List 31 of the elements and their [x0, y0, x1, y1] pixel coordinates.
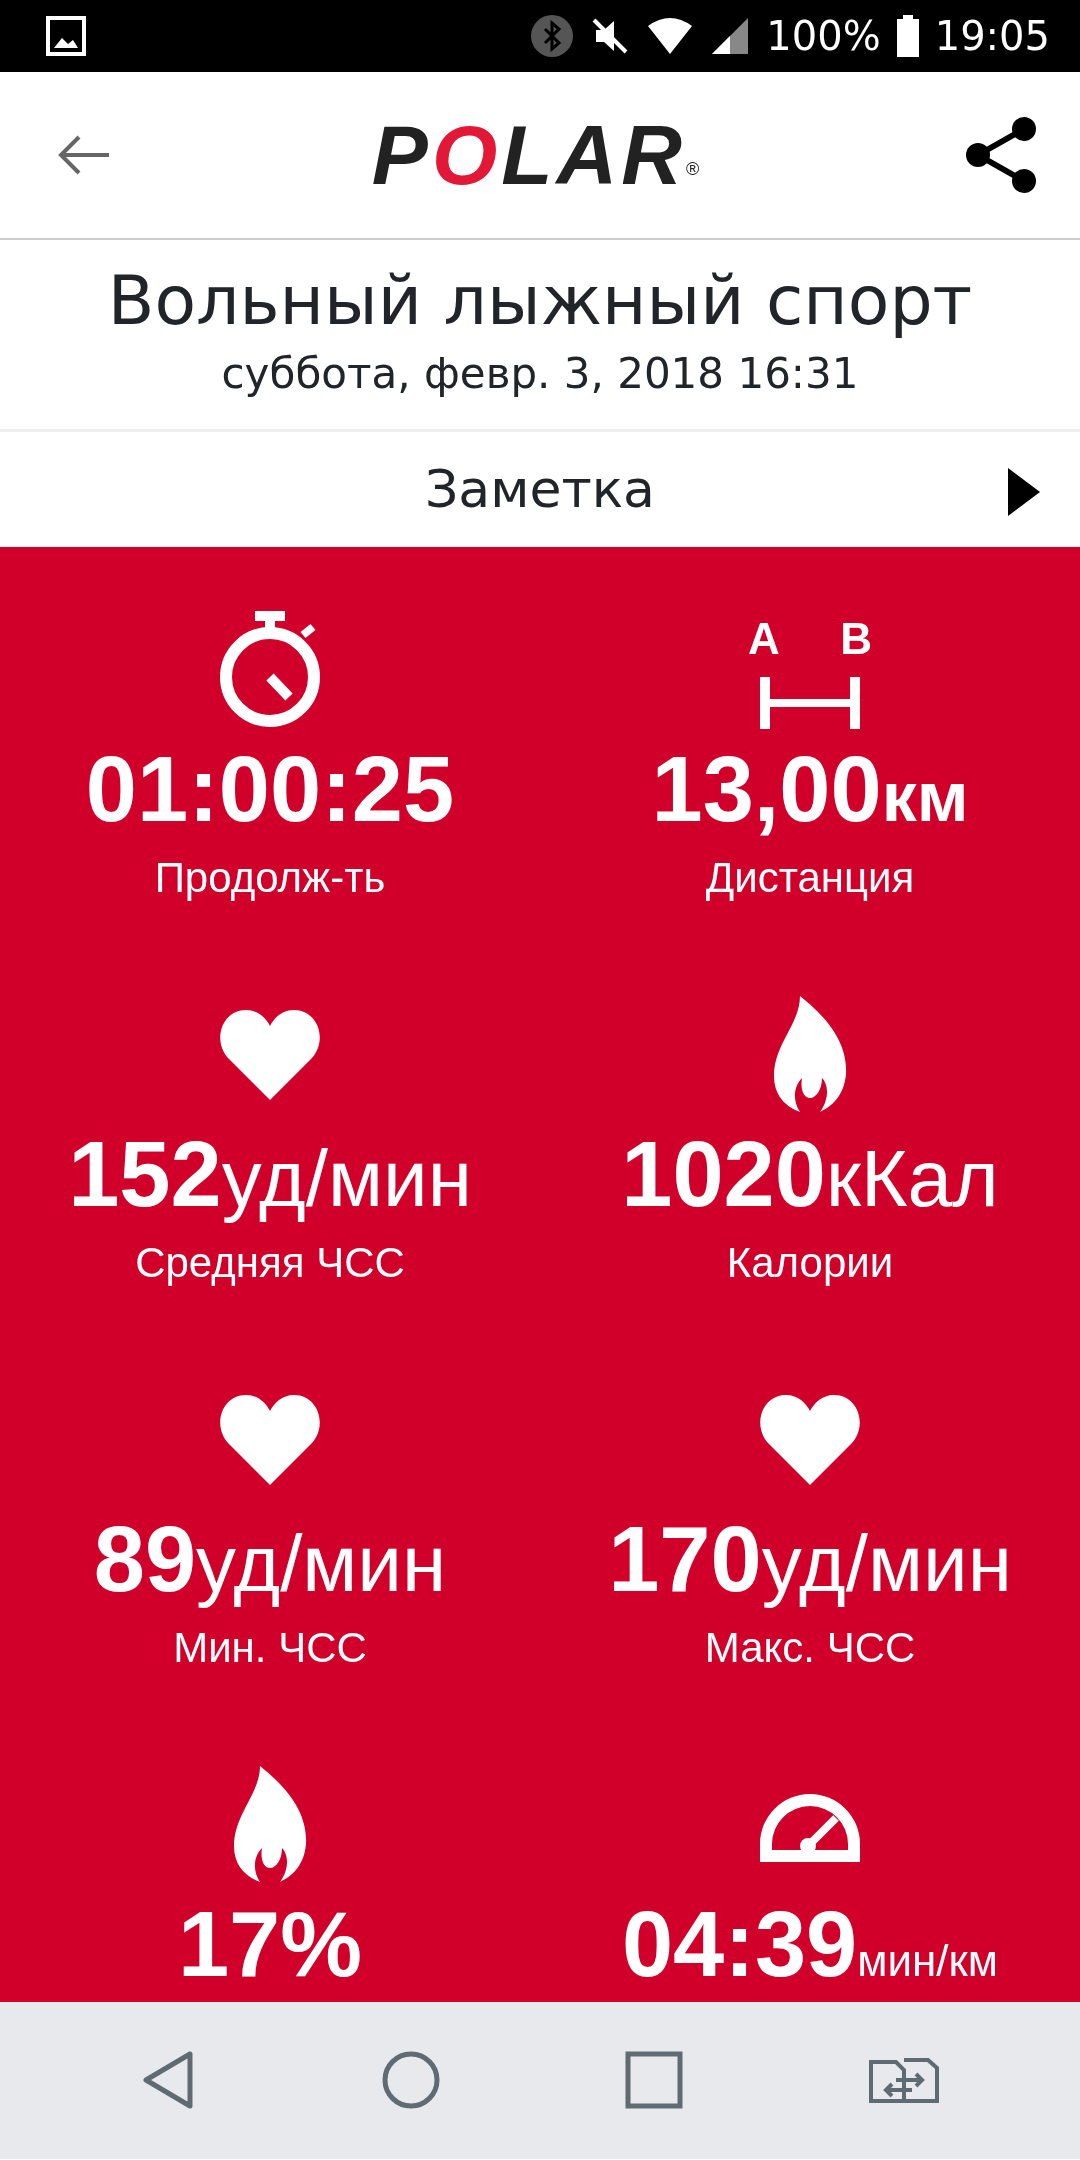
signal-icon — [710, 16, 751, 56]
wifi-icon — [646, 16, 695, 56]
stat-label: Калории — [726, 1237, 894, 1288]
distance-icon — [760, 676, 860, 729]
stat-value: 170уд/мин — [608, 1508, 1012, 1610]
gallery-icon — [46, 16, 86, 56]
workout-date: суббота, февр. 3, 2018 16:31 — [220, 347, 860, 400]
stat-value: 1020кКал — [621, 1123, 999, 1225]
sim-switch-icon[interactable] — [867, 2056, 940, 2105]
marker-letter: A — [748, 616, 780, 661]
home-icon[interactable] — [380, 2050, 441, 2111]
stat-value: 13,00км — [651, 738, 969, 840]
stat-label: Мин. ЧСС — [173, 1622, 367, 1673]
stat-value: 01:00:25 — [85, 738, 455, 840]
play-icon — [1008, 467, 1040, 516]
recents-icon[interactable] — [625, 2051, 684, 2110]
battery-percent: 100% — [766, 12, 881, 61]
stat-value: 152уд/мин — [68, 1123, 472, 1225]
stat-label: Макс. ЧСС — [704, 1622, 916, 1673]
stat-value: 04:39мин/км — [621, 1893, 999, 1995]
battery-icon — [896, 15, 919, 57]
bluetooth-icon — [530, 14, 575, 58]
stat-label: Дистанция — [705, 852, 915, 903]
stat-value: 89уд/мин — [93, 1508, 447, 1610]
note-label: Заметка — [425, 458, 655, 522]
stat-value: 17% — [177, 1893, 363, 1995]
stat-label: Средняя ЧСС — [135, 1237, 405, 1288]
workout-title: Вольный лыжный спорт — [106, 260, 974, 342]
stat-label: Продолж-ть — [154, 852, 386, 903]
marker-letter: B — [840, 616, 872, 661]
clock-time: 19:05 — [934, 12, 1050, 61]
